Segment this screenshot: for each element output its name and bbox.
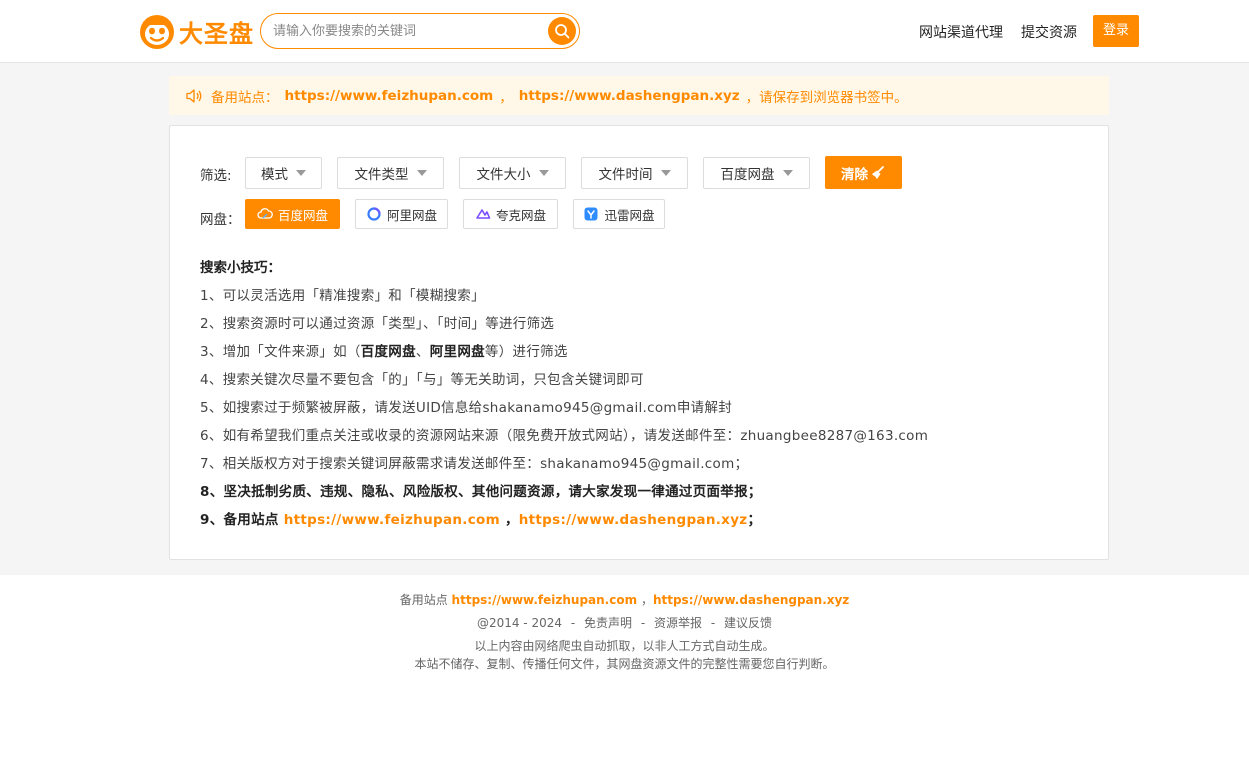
file-time-dropdown[interactable]: 文件时间 <box>581 157 688 189</box>
pan-quark-button[interactable]: 夸克网盘 <box>463 199 558 229</box>
footer-link-feizhupan[interactable]: https://www.feizhupan.com <box>452 593 638 607</box>
netdisk-dropdown[interactable]: 百度网盘 <box>703 157 810 189</box>
clear-label: 清除 <box>841 166 868 183</box>
filter-card: 筛选: 模式 文件类型 文件大小 文件时间 百度网盘 清除 网盘： 百度网盘 阿… <box>169 125 1109 560</box>
notice-link-dashengpan[interactable]: https://www.dashengpan.xyz <box>519 88 740 104</box>
search-tips-title: 搜索小技巧： <box>200 260 281 276</box>
pan-label: 百度网盘 <box>277 207 328 223</box>
tip-1: 1、可以灵活选用「精准搜索」和「模糊搜索」 <box>200 288 485 304</box>
tip-8: 8、坚决抵制劣质、违规、隐私、风险版权、其他问题资源，请大家发现一律通过页面举报… <box>200 484 762 500</box>
footer-copyright: @2014 - 2024 <box>476 616 562 630</box>
file-type-dropdown[interactable]: 文件类型 <box>337 157 444 189</box>
pan-baidu-button[interactable]: 百度网盘 <box>245 199 340 229</box>
site-logo[interactable]: 大圣盘 <box>139 11 254 51</box>
caret-down-icon <box>660 170 671 176</box>
file-size-dropdown[interactable]: 文件大小 <box>459 157 566 189</box>
tip-3-text: 3、增加「文件来源」如（ <box>200 344 361 360</box>
dropdown-label: 模式 <box>261 167 288 183</box>
tip-5: 5、如搜索过于频繁被屏蔽，请发送UID信息给shakanamo945@gmail… <box>200 400 733 416</box>
tip-6: 6、如有希望我们重点关注或收录的资源网站来源（限免费开放式网站），请发送邮件至：… <box>200 428 929 444</box>
footer-backup-label: 备用站点 <box>399 593 448 607</box>
caret-down-icon <box>296 170 306 176</box>
logo-text: 大圣盘 <box>179 19 254 48</box>
footer-links-row: @2014 - 2024 - 免责声明 - 资源举报 - 建议反馈 <box>0 614 1249 631</box>
caret-down-icon <box>538 170 549 176</box>
footer-report-link[interactable]: 资源举报 <box>654 616 702 630</box>
footer-dash: - <box>570 616 576 630</box>
tip-4: 4、搜索关键次尽量不要包含「的」「与」等无关助词，只包含关键词即可 <box>200 372 644 388</box>
caret-down-icon <box>782 170 793 176</box>
notice-suffix: ，请保存到浏览器书签中。 <box>745 89 908 106</box>
search-input[interactable] <box>273 14 543 48</box>
footer: 备用站点 https://www.feizhupan.com ，https://… <box>0 575 1249 762</box>
tip-9-label: 9、备用站点 <box>200 512 279 528</box>
filter-label: 筛选: <box>200 168 232 184</box>
top-header: 大圣盘 网站渠道代理 提交资源 登录 <box>0 0 1249 63</box>
tip-9-link-feizhupan[interactable]: https://www.feizhupan.com <box>284 512 500 528</box>
tip-3-aliyun: 阿里网盘 <box>429 344 485 360</box>
pan-label: 夸克网盘 <box>495 207 546 223</box>
tip-7: 7、相关版权方对于搜索关键词屏蔽需求请发送邮件至：shakanamo945@gm… <box>200 456 749 472</box>
xunlei-drive-icon <box>583 206 599 222</box>
footer-feedback-link[interactable]: 建议反馈 <box>724 616 772 630</box>
aliyun-drive-icon <box>366 206 382 222</box>
login-button[interactable]: 登录 <box>1093 15 1139 47</box>
footer-backup-sites: 备用站点 https://www.feizhupan.com ，https://… <box>0 591 1249 608</box>
tip-3-baidu: 百度网盘 <box>360 344 416 360</box>
backup-site-notice: 备用站点： https://www.feizhupan.com ， https:… <box>169 76 1109 115</box>
baidu-cloud-icon <box>257 206 273 222</box>
footer-disclaimer-link[interactable]: 免责声明 <box>584 616 632 630</box>
clear-filters-button[interactable]: 清除 <box>825 156 902 189</box>
footer-dash: - <box>710 616 716 630</box>
footer-storage-note: 本站不储存、复制、传播任何文件，其网盘资源文件的完整性需要您自行判断。 <box>414 657 835 671</box>
search-button[interactable] <box>548 17 576 45</box>
footer-dash: - <box>640 616 646 630</box>
tip-3-sep: 、 <box>415 344 430 360</box>
tip-3: 3、增加「文件来源」如（百度网盘、阿里网盘等）进行筛选 <box>200 340 568 360</box>
mode-dropdown[interactable]: 模式 <box>245 157 322 189</box>
monkey-logo-icon <box>139 12 175 50</box>
dropdown-label: 文件大小 <box>476 167 531 183</box>
tip-9-sep: ， <box>504 512 519 528</box>
tip-9-link-dashengpan[interactable]: https://www.dashengpan.xyz <box>519 512 748 528</box>
pan-aliyun-button[interactable]: 阿里网盘 <box>355 199 448 229</box>
tip-2: 2、搜索资源时可以通过资源「类型」、「时间」等进行筛选 <box>200 316 555 332</box>
speaker-icon <box>186 88 202 103</box>
notice-link-feizhupan[interactable]: https://www.feizhupan.com <box>285 88 494 104</box>
notice-separator: ， <box>499 89 513 106</box>
tip-9: 9、备用站点 https://www.feizhupan.com ，https:… <box>200 508 761 528</box>
pan-label: 阿里网盘 <box>386 207 437 223</box>
broom-icon <box>872 165 884 179</box>
dropdown-label: 文件类型 <box>354 167 409 183</box>
quark-drive-icon <box>475 206 491 222</box>
pan-label: 迅雷网盘 <box>604 207 655 223</box>
tip-3-end: 等）进行筛选 <box>484 344 568 360</box>
pan-xunlei-button[interactable]: 迅雷网盘 <box>573 199 665 229</box>
tip-9-end: ； <box>747 512 762 528</box>
nav-submit-resource[interactable]: 提交资源 <box>1021 22 1077 42</box>
footer-link-dashengpan[interactable]: https://www.dashengpan.xyz <box>653 593 849 607</box>
dropdown-label: 文件时间 <box>598 167 653 183</box>
search-box <box>260 13 580 49</box>
footer-sep: ， <box>640 593 653 607</box>
search-icon <box>555 24 570 39</box>
footer-crawler-note: 以上内容由网络爬虫自动抓取，以非人工方式自动生成。 <box>474 639 775 653</box>
caret-down-icon <box>416 170 427 176</box>
dropdown-label: 百度网盘 <box>720 167 775 183</box>
nav-channel-agent[interactable]: 网站渠道代理 <box>919 22 1003 42</box>
notice-prefix: 备用站点： <box>211 89 279 106</box>
netdisk-label: 网盘： <box>200 212 241 228</box>
